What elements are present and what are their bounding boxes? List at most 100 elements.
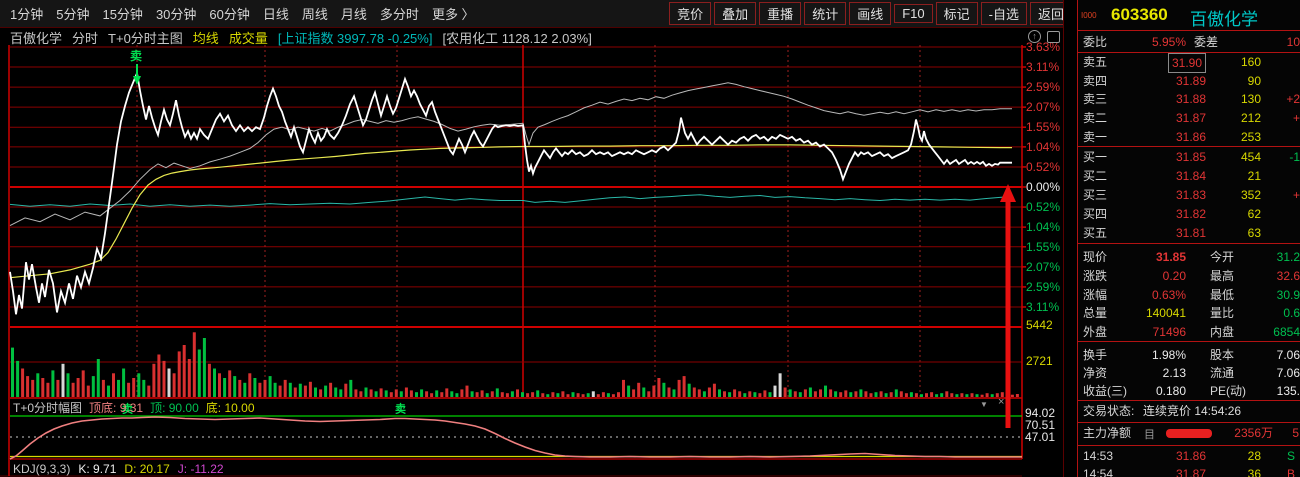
ask-price[interactable]: 31.89 [1176, 72, 1206, 90]
sub-axis-label: 47.01 [1025, 430, 1056, 444]
info-label-1: 外盘 [1083, 325, 1108, 340]
ask-change: +2 [1286, 92, 1300, 107]
ask-row-5[interactable]: 卖五 31.90 160 [1078, 53, 1300, 73]
y-axis-pct-label: 0.52% [1026, 159, 1061, 174]
y-axis-pct-label: 1.55% [1026, 120, 1061, 135]
bid-row-2[interactable]: 买二 31.84 21 [1078, 167, 1300, 185]
bid-row-5[interactable]: 买五 31.81 63 [1078, 224, 1300, 242]
expand-up-icon[interactable]: ↑ [1028, 30, 1041, 43]
info-label-2: 量比 [1210, 306, 1235, 321]
tick-time: 14:53 [1083, 449, 1114, 463]
info-label-2: 内盘 [1210, 325, 1235, 340]
bid-volume: 352 [1240, 188, 1261, 202]
ask-level-label: 卖一 [1083, 129, 1108, 144]
ask-level-label: 卖四 [1083, 73, 1108, 88]
main-net-extra: 5 [1292, 426, 1299, 440]
sub-indicator-title[interactable]: T+0分时幅图 [13, 399, 82, 415]
list-icon[interactable]: 目 [1144, 426, 1155, 444]
panel-toggle-icon[interactable] [1047, 31, 1060, 43]
panel-divider [1078, 341, 1300, 342]
ask-row-1[interactable]: 卖一 31.86 253 [1078, 128, 1300, 146]
info-label-2: PE(动) [1210, 384, 1247, 398]
y-axis-pct-label: 0.52% [1026, 200, 1061, 215]
bid-price[interactable]: 31.82 [1176, 205, 1206, 223]
info-value-1: 71496 [1152, 325, 1186, 340]
bid-row-3[interactable]: 买三 31.83 352 + [1078, 186, 1300, 204]
main-net-row[interactable]: 主力净额目 2356万 5 [1078, 424, 1300, 442]
info-label-2: 最高 [1210, 268, 1235, 283]
tick-price: 31.86 [1175, 449, 1206, 463]
info-row: 收益(三) 0.180 PE(动) 135. [1078, 382, 1300, 400]
bid-price[interactable]: 31.81 [1176, 224, 1206, 242]
info-value-2: 135. [1276, 384, 1300, 398]
info-row: 外盘 71496 内盘 6854 [1078, 323, 1300, 341]
y-axis-pct-label: 0.00% [1026, 180, 1061, 194]
y-axis-pct-label: 2.07% [1026, 259, 1061, 274]
bid-level-label: 买四 [1083, 207, 1108, 221]
t0_oscillator-line [9, 416, 1022, 460]
trade-status-value: 连续竞价 14:54:26 [1143, 404, 1242, 418]
ask-volume: 130 [1240, 92, 1261, 107]
info-value-2: 7.06 [1276, 348, 1300, 362]
ask-price[interactable]: 31.87 [1176, 109, 1206, 127]
info-value-1: 140041 [1145, 306, 1186, 321]
trading-terminal-window: 1分钟 5分钟 15分钟 30分钟 60分钟 日线 周线 月线 多分时 更多 〉 竞价 叠加 重播 统计… [0, 0, 1300, 477]
bid-price[interactable]: 31.85 [1176, 148, 1206, 166]
ask-volume: 253 [1240, 129, 1261, 144]
info-label-1: 涨跌 [1083, 268, 1108, 283]
info-value-1: 0.63% [1151, 287, 1186, 302]
bid-volume: 63 [1247, 226, 1261, 240]
tick-row: 14:54 31.87 36 B [1078, 465, 1300, 477]
info-row: 换手 1.98% 股本 7.06 [1078, 346, 1300, 364]
bid-volume: 21 [1247, 169, 1261, 183]
main-net-bar [1166, 429, 1212, 438]
bid-price[interactable]: 31.83 [1176, 186, 1206, 204]
close-pane-icon[interactable]: × [998, 397, 1004, 408]
stock-name[interactable]: 百傲化学 [1190, 5, 1258, 30]
ask-row-4[interactable]: 卖四 31.89 90 [1078, 72, 1300, 90]
volume-bars [11, 332, 1019, 397]
bid-row-4[interactable]: 买四 31.82 62 [1078, 205, 1300, 223]
panel-splitter[interactable] [1063, 0, 1078, 477]
info-label-1: 涨幅 [1083, 287, 1108, 302]
kdj-title[interactable]: KDJ(9,3,3) [13, 462, 70, 476]
main-net-label: 主力净额 [1083, 426, 1132, 440]
ask-row-2[interactable]: 卖二 31.87 212 + [1078, 109, 1300, 127]
volume-axis-label: 2721 [1026, 354, 1053, 368]
tick-row: 14:53 31.86 28 S [1078, 447, 1300, 465]
bid-price[interactable]: 31.84 [1176, 167, 1206, 185]
ask-volume: 160 [1240, 55, 1261, 69]
ask-price[interactable]: 31.90 [1167, 53, 1206, 73]
y-axis-pct-label: 3.11% [1026, 299, 1060, 314]
ask-row-3[interactable]: 卖三 31.88 130 +2 [1078, 90, 1300, 108]
y-axis-pct-label: 1.55% [1026, 239, 1061, 254]
index_shangzheng-line [9, 194, 1013, 207]
ask-price[interactable]: 31.86 [1176, 128, 1206, 146]
tick-side: S [1286, 449, 1295, 463]
panel-divider [1078, 243, 1300, 244]
collapse-pane-icon[interactable]: ▼ [980, 400, 988, 409]
tick-price: 31.87 [1175, 466, 1206, 477]
volume-axis-label: 5442 [1026, 318, 1053, 332]
ask-level-label: 卖二 [1083, 111, 1108, 126]
market-tag: I000 [1081, 11, 1097, 20]
stock-code[interactable]: 603360 [1111, 5, 1168, 25]
sector_nongyonghuagong-line [9, 82, 1012, 227]
weicha-value: 10 [1286, 35, 1300, 49]
ask-price[interactable]: 31.88 [1176, 90, 1206, 108]
y-axis-pct-label: 2.59% [1026, 80, 1061, 95]
y-axis-pct-label: 2.59% [1026, 279, 1061, 294]
bid-row-1[interactable]: 买一 31.85 454 -1 [1078, 148, 1300, 166]
bid-change: + [1292, 188, 1300, 202]
panel-divider [1078, 422, 1300, 423]
info-label-2: 流通 [1210, 366, 1235, 380]
info-label-1: 净资 [1083, 366, 1108, 380]
bid-level-label: 买五 [1083, 226, 1108, 240]
info-label-2: 今开 [1210, 250, 1235, 264]
info-value-2: 30.9 [1276, 287, 1300, 302]
main-net-value: 2356万 [1234, 426, 1273, 440]
tick-volume: 28 [1247, 449, 1261, 463]
bid-level-label: 买三 [1083, 188, 1108, 202]
info-label-2: 股本 [1210, 348, 1235, 362]
bid-volume: 454 [1240, 150, 1261, 164]
